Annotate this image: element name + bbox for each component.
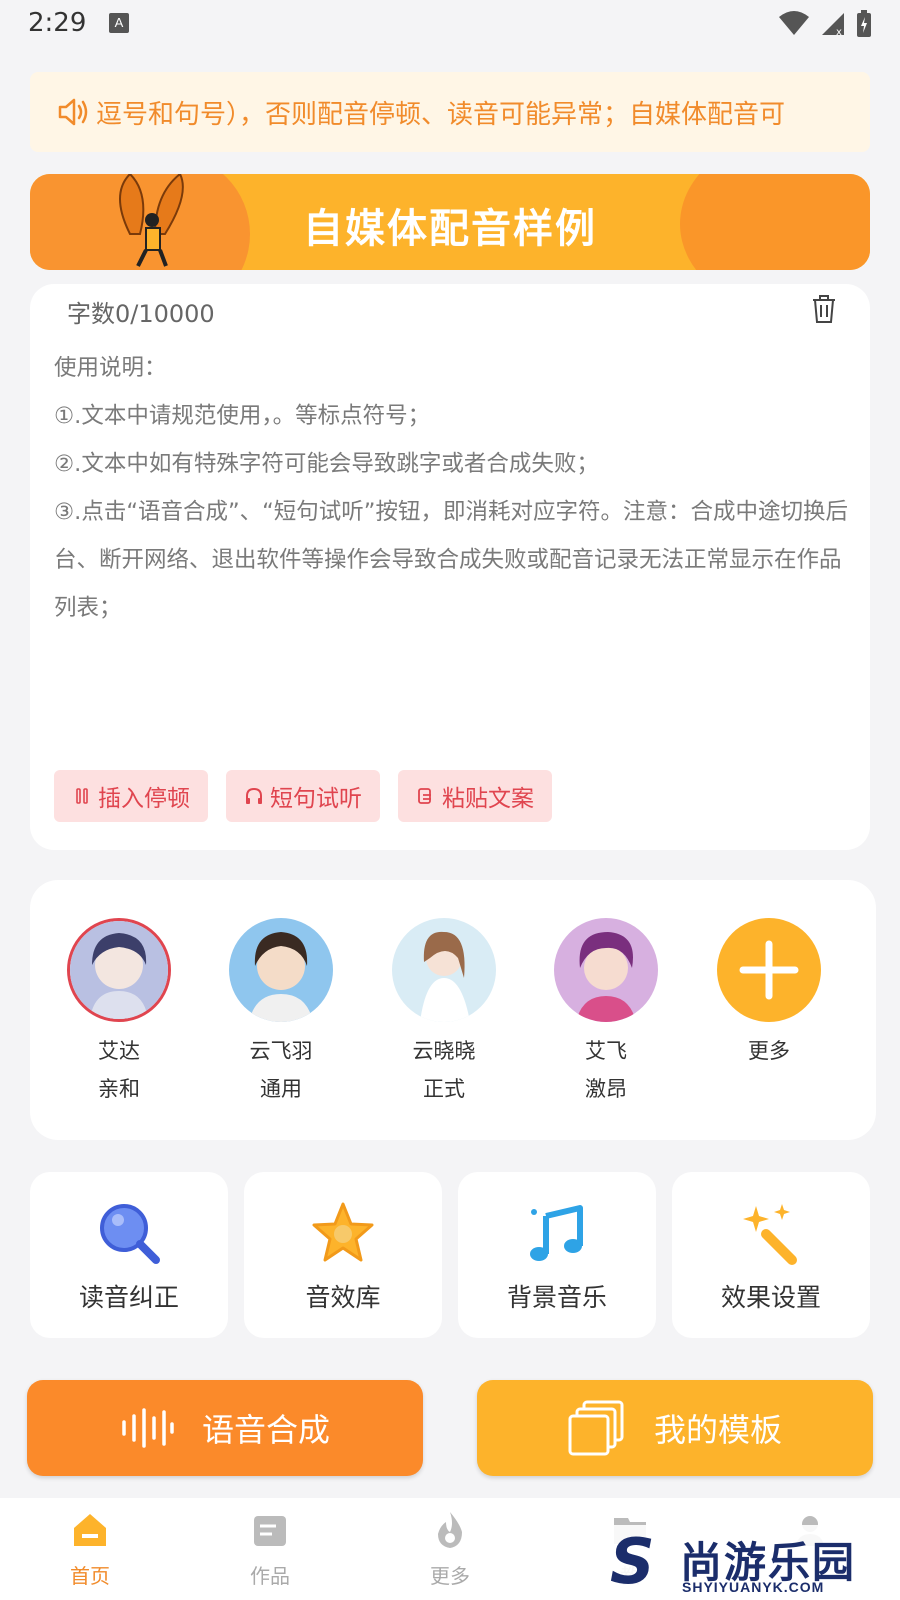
voice-tag: 正式: [423, 1077, 465, 1101]
usage-line: ③.点击“语音合成”、“短句试听”按钮，即消耗对应字符。注意：合成中途切换后台、…: [54, 499, 848, 621]
home-icon: [74, 1514, 106, 1546]
template-stack-icon: [568, 1400, 624, 1456]
avatar: [67, 918, 171, 1022]
my-templates-button[interactable]: 我的模板: [477, 1380, 873, 1476]
insert-pause-button[interactable]: 插入停顿: [54, 770, 208, 822]
preview-sentence-button[interactable]: 短句试听: [226, 770, 380, 822]
watermark-s-logo-icon: S: [610, 1525, 655, 1598]
tab-more[interactable]: 更多: [360, 1498, 540, 1600]
voice-tag: 亲和: [98, 1077, 140, 1101]
status-bar: 2:29 A x: [0, 0, 900, 50]
speaker-icon: [58, 98, 88, 126]
signal-icon: x: [822, 13, 844, 37]
tab-label: 作品: [250, 1564, 290, 1588]
more-voices-button[interactable]: 更多: [709, 918, 829, 1070]
avatar: [229, 918, 333, 1022]
usage-line: ①.文本中请规范使用，。等标点符号；: [54, 403, 431, 429]
headphones-icon: [246, 787, 262, 804]
pronunciation-correction-button[interactable]: 读音纠正: [30, 1172, 228, 1338]
voice-name: 艾飞: [585, 1039, 627, 1063]
sample-banner[interactable]: 自媒体配音样例: [30, 174, 870, 270]
feature-grid: 读音纠正 音效库 背景音乐 效果设置: [30, 1172, 870, 1338]
avatar: [392, 918, 496, 1022]
my-templates-label: 我的模板: [653, 1411, 782, 1449]
synthesize-button[interactable]: 语音合成: [27, 1380, 423, 1476]
plus-icon: [717, 918, 821, 1022]
char-count: 字数0/10000: [67, 300, 215, 328]
tab-works[interactable]: 作品: [180, 1498, 360, 1600]
music-note-icon: [530, 1205, 583, 1261]
watermark-logo: S 尚游乐园 SHYIYUANYK.COM: [610, 1525, 900, 1600]
works-icon: [254, 1516, 286, 1546]
feature-label: 读音纠正: [78, 1283, 179, 1312]
status-icons: x: [778, 10, 872, 38]
text-editor-card[interactable]: 字数0/10000 使用说明： ①.文本中请规范使用，。等标点符号； ②.文本中…: [30, 284, 870, 850]
magnifier-icon: [100, 1204, 160, 1264]
synthesize-label: 语音合成: [201, 1411, 330, 1449]
usage-line: ②.文本中如有特殊字符可能会导致跳字或者合成失败；: [54, 451, 599, 477]
waveform-icon: [122, 1408, 174, 1448]
paste-text-button[interactable]: 粘贴文案: [398, 770, 552, 822]
star-icon: [312, 1202, 374, 1262]
wifi-icon: [779, 11, 809, 35]
usage-instructions[interactable]: 使用说明： ①.文本中请规范使用，。等标点符号； ②.文本中如有特殊字符可能会导…: [54, 344, 854, 632]
voice-selector: 艾达 亲和 云飞羽 通用 云晓晓 正式 艾飞 激昂 更多: [30, 880, 876, 1140]
sound-effects-button[interactable]: 音效库: [244, 1172, 442, 1338]
paste-text-label: 粘贴文案: [442, 786, 534, 812]
avatar: [554, 918, 658, 1022]
voice-name: 云飞羽: [249, 1039, 313, 1063]
feature-label: 背景音乐: [506, 1283, 607, 1312]
tab-label: 首页: [70, 1564, 110, 1588]
svg-text:x: x: [836, 27, 842, 37]
voice-item[interactable]: 云晓晓 正式: [384, 918, 504, 1108]
fire-icon: [438, 1512, 462, 1548]
voice-item[interactable]: 云飞羽 通用: [221, 918, 341, 1108]
background-music-button[interactable]: 背景音乐: [458, 1172, 656, 1338]
voice-name: 更多: [748, 1039, 790, 1063]
tab-label: 更多: [430, 1564, 470, 1588]
voice-item[interactable]: 艾达 亲和: [59, 918, 179, 1108]
usage-line: 使用说明：: [54, 355, 167, 381]
trash-icon[interactable]: [810, 294, 838, 324]
effect-settings-button[interactable]: 效果设置: [672, 1172, 870, 1338]
notice-text: 逗号和句号），否则配音停顿、读音可能异常；自媒体配音可: [96, 99, 786, 130]
voice-item[interactable]: 艾飞 激昂: [546, 918, 666, 1108]
tab-home[interactable]: 首页: [0, 1498, 180, 1600]
voice-tag: 激昂: [585, 1077, 627, 1101]
keyboard-badge-icon: A: [109, 13, 129, 33]
voice-tag: 通用: [260, 1077, 302, 1101]
preview-sentence-label: 短句试听: [270, 786, 362, 812]
pause-icon: [76, 788, 88, 804]
feature-label: 音效库: [305, 1283, 381, 1312]
voice-name: 云晓晓: [412, 1039, 476, 1063]
editor-tools: 插入停顿 短句试听 粘贴文案: [54, 770, 552, 822]
insert-pause-label: 插入停顿: [98, 786, 190, 812]
status-time: 2:29: [28, 8, 87, 38]
magic-wand-icon: [743, 1204, 797, 1265]
voice-name: 艾达: [98, 1039, 140, 1063]
banner-title: 自媒体配音样例: [303, 206, 597, 252]
watermark-en-text: SHYIYUANYK.COM: [682, 1579, 825, 1595]
paste-icon: [418, 788, 431, 804]
feature-label: 效果设置: [720, 1283, 821, 1312]
battery-icon: [857, 10, 871, 37]
notice-bar: 逗号和句号），否则配音停顿、读音可能异常；自媒体配音可: [30, 72, 870, 152]
